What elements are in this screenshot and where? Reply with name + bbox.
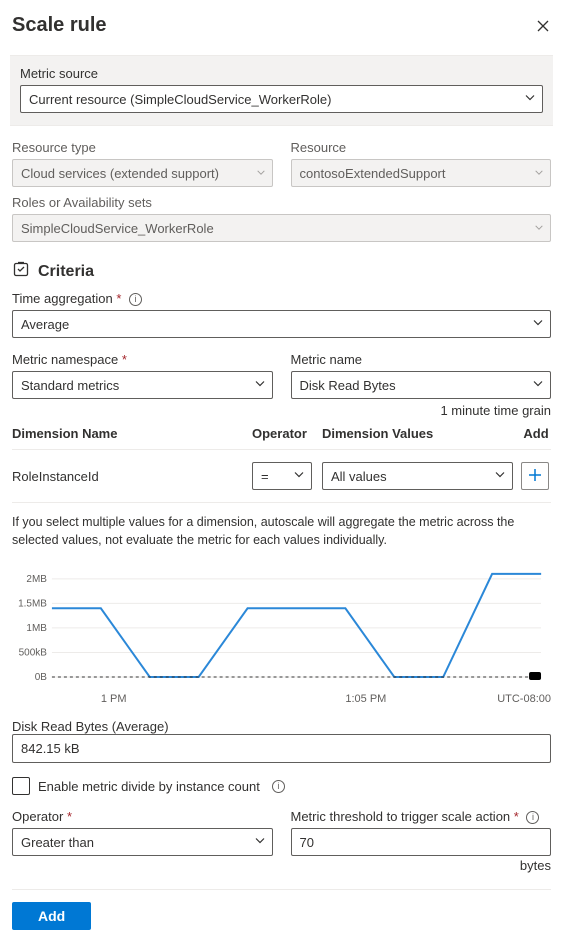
svg-text:2MB: 2MB xyxy=(26,574,47,585)
dimension-operator-value: = xyxy=(261,469,269,484)
svg-text:500kB: 500kB xyxy=(19,648,48,659)
time-grain-text: 1 minute time grain xyxy=(12,403,551,418)
metric-chart: 0B 500kB 1MB 1.5MB 2MB xyxy=(12,563,551,693)
resource-select: contosoExtendedSupport xyxy=(291,159,552,187)
metric-readout-label: Disk Read Bytes (Average) xyxy=(12,719,551,734)
dimension-operator-select[interactable]: = xyxy=(252,462,312,490)
chart-tz-label: UTC-08:00 xyxy=(497,693,551,705)
threshold-unit: bytes xyxy=(291,858,552,873)
metric-readout-value: 842.15 kB xyxy=(12,734,551,763)
chevron-down-icon xyxy=(532,378,544,393)
metric-name-select[interactable]: Disk Read Bytes xyxy=(291,371,552,399)
dimension-values-select[interactable]: All values xyxy=(322,462,513,490)
dimension-table-header: Dimension Name Operator Dimension Values… xyxy=(12,418,551,450)
time-aggregation-label: Time aggregation * i xyxy=(12,291,551,306)
resource-type-value: Cloud services (extended support) xyxy=(21,166,219,181)
info-icon[interactable]: i xyxy=(526,811,539,824)
metric-namespace-value: Standard metrics xyxy=(21,378,119,393)
chevron-down-icon xyxy=(534,221,544,236)
chevron-down-icon xyxy=(532,317,544,332)
info-icon[interactable]: i xyxy=(129,293,142,306)
dimension-row: RoleInstanceId = All values xyxy=(12,450,551,503)
divide-by-instance-checkbox[interactable] xyxy=(12,777,30,795)
add-dimension-button[interactable] xyxy=(521,462,549,490)
col-dimension-values: Dimension Values xyxy=(322,426,521,441)
metric-namespace-select[interactable]: Standard metrics xyxy=(12,371,273,399)
threshold-label: Metric threshold to trigger scale action… xyxy=(291,809,552,824)
criteria-heading-text: Criteria xyxy=(38,263,94,281)
chart-x-tick: 1:05 PM xyxy=(345,693,386,705)
time-aggregation-select[interactable]: Average xyxy=(12,310,551,338)
col-operator: Operator xyxy=(252,426,322,441)
info-icon[interactable]: i xyxy=(272,780,285,793)
metric-name-value: Disk Read Bytes xyxy=(300,378,396,393)
chevron-down-icon xyxy=(534,166,544,181)
close-icon[interactable] xyxy=(535,18,551,34)
chevron-down-icon xyxy=(524,92,536,107)
chevron-down-icon xyxy=(494,469,506,484)
criteria-heading: Criteria xyxy=(12,260,551,283)
threshold-value: 70 xyxy=(300,835,314,850)
svg-text:1.5MB: 1.5MB xyxy=(18,599,47,610)
roles-value: SimpleCloudService_WorkerRole xyxy=(21,221,214,236)
time-aggregation-value: Average xyxy=(21,317,69,332)
svg-text:1MB: 1MB xyxy=(26,623,47,634)
roles-select: SimpleCloudService_WorkerRole xyxy=(12,214,551,242)
resource-type-label: Resource type xyxy=(12,140,273,155)
checklist-icon xyxy=(12,260,30,283)
chevron-down-icon xyxy=(254,835,266,850)
operator-value: Greater than xyxy=(21,835,94,850)
metric-source-label: Metric source xyxy=(20,66,543,81)
chevron-down-icon xyxy=(293,469,305,484)
metric-source-value: Current resource (SimpleCloudService_Wor… xyxy=(29,92,331,107)
dimension-values-value: All values xyxy=(331,469,387,484)
metric-namespace-label: Metric namespace * xyxy=(12,352,273,367)
operator-select[interactable]: Greater than xyxy=(12,828,273,856)
dimension-hint-text: If you select multiple values for a dime… xyxy=(12,513,551,549)
chevron-down-icon xyxy=(256,166,266,181)
resource-label: Resource xyxy=(291,140,552,155)
plus-icon xyxy=(528,468,542,485)
metric-name-label: Metric name xyxy=(291,352,552,367)
threshold-input[interactable]: 70 xyxy=(291,828,552,856)
dimension-name-value: RoleInstanceId xyxy=(12,469,252,484)
add-button[interactable]: Add xyxy=(12,902,91,930)
col-dimension-name: Dimension Name xyxy=(12,426,252,441)
divide-by-instance-label: Enable metric divide by instance count xyxy=(38,779,260,794)
roles-label: Roles or Availability sets xyxy=(12,195,551,210)
col-add: Add xyxy=(521,426,551,441)
resource-type-select: Cloud services (extended support) xyxy=(12,159,273,187)
svg-text:0B: 0B xyxy=(35,672,48,683)
metric-source-select[interactable]: Current resource (SimpleCloudService_Wor… xyxy=(20,85,543,113)
chart-x-tick: 1 PM xyxy=(101,693,127,705)
chevron-down-icon xyxy=(254,378,266,393)
panel-title: Scale rule xyxy=(12,14,107,37)
resource-value: contosoExtendedSupport xyxy=(300,166,446,181)
operator-label: Operator * xyxy=(12,809,273,824)
